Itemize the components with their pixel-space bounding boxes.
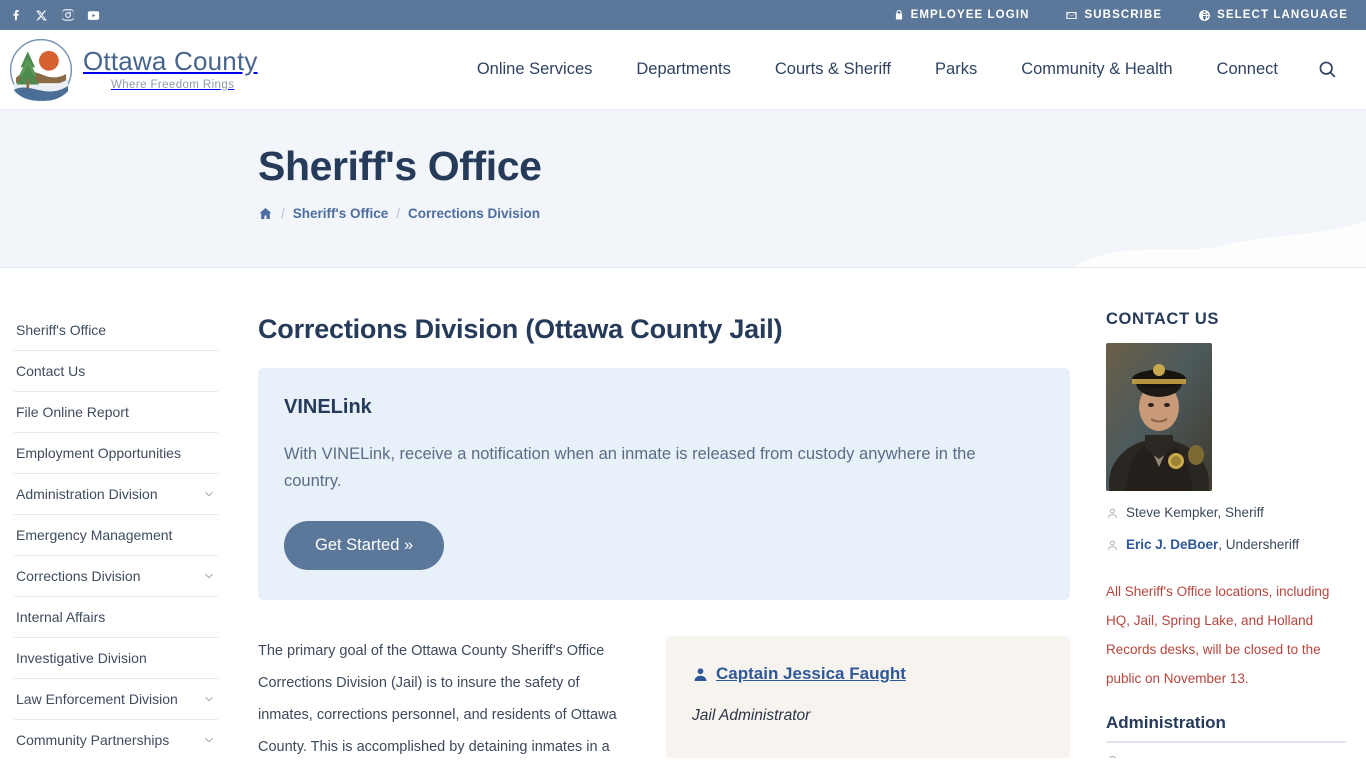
brand-tagline: Where Freedom Rings: [111, 78, 235, 91]
jail-administrator-card: Captain Jessica Faught Jail Administrato…: [666, 636, 1070, 758]
employee-login-link[interactable]: EMPLOYEE LOGIN: [875, 9, 1048, 21]
sidebar-item-file-online-report[interactable]: File Online Report: [14, 392, 218, 433]
site-logo-link[interactable]: Ottawa County Where Freedom Rings: [8, 37, 258, 103]
sidebar-item-corrections-division[interactable]: Corrections Division: [14, 556, 218, 597]
ottawa-county-seal-logo: [8, 37, 74, 103]
intro-paragraph: The primary goal of the Ottawa County Sh…: [258, 643, 617, 756]
utility-bar: EMPLOYEE LOGIN SUBSCRIBE SELECT LANGUAGE: [0, 0, 1366, 30]
page-hero: Sheriff's Office / Sheriff's Office / Co…: [0, 110, 1366, 268]
nav-item-departments[interactable]: Departments: [614, 60, 752, 79]
chevron-down-icon[interactable]: [202, 733, 216, 747]
contact-us-sidebar: CONTACT US Steve Kempker, Sheriff Eric J…: [1098, 268, 1366, 758]
sidebar-item-sheriffs-office[interactable]: Sheriff's Office: [14, 310, 218, 351]
breadcrumb-item-corrections-division[interactable]: Corrections Division: [408, 206, 540, 221]
page-body: Sheriff's Office Contact Us File Online …: [0, 268, 1366, 758]
sheriff-portrait: [1106, 343, 1212, 491]
vinelink-title: VINELink: [284, 396, 372, 418]
chevron-down-icon[interactable]: [202, 692, 216, 706]
sidebar-item-label: File Online Report: [16, 404, 129, 420]
home-icon[interactable]: [258, 206, 273, 221]
breadcrumb-separator-2: /: [396, 206, 401, 221]
administration-heading: Administration: [1106, 713, 1346, 744]
select-language-link[interactable]: SELECT LANGUAGE: [1180, 9, 1366, 22]
sidebar-item-investigative-division[interactable]: Investigative Division: [14, 638, 218, 679]
sidebar-item-label: Law Enforcement Division: [16, 691, 178, 707]
sidebar-item-label: Emergency Management: [16, 527, 173, 543]
youtube-icon[interactable]: [86, 8, 101, 23]
sidebar-item-emergency-management[interactable]: Emergency Management: [14, 515, 218, 556]
contact-person-sheriff: Steve Kempker, Sheriff: [1106, 505, 1346, 523]
breadcrumb-separator-1: /: [281, 206, 285, 221]
contact-undersheriff-label: Eric J. DeBoer, Undersheriff: [1126, 537, 1300, 552]
person-icon: [1106, 537, 1119, 555]
vinelink-card: VINELink With VINELink, receive a notifi…: [258, 368, 1070, 601]
breadcrumb: / Sheriff's Office / Corrections Divisio…: [258, 206, 1366, 221]
social-links: [4, 8, 101, 23]
select-language-label: SELECT LANGUAGE: [1217, 9, 1348, 21]
administration-address: 12220 Fillmore Street: [1126, 756, 1255, 758]
sidebar-item-law-enforcement-division[interactable]: Law Enforcement Division: [14, 679, 218, 720]
sidebar-item-employment-opportunities[interactable]: Employment Opportunities: [14, 433, 218, 474]
sidebar-item-administration-division[interactable]: Administration Division: [14, 474, 218, 515]
main-navigation: Online Services Departments Courts & She…: [455, 57, 1344, 83]
closure-alert: All Sheriff's Office locations, includin…: [1106, 584, 1330, 687]
sidebar-item-label: Sheriff's Office: [16, 322, 107, 338]
sidebar-item-label: Internal Affairs: [16, 609, 106, 625]
x-twitter-icon[interactable]: [34, 8, 49, 23]
nav-item-courts-sheriff[interactable]: Courts & Sheriff: [753, 60, 913, 79]
sidebar-item-community-partnerships[interactable]: Community Partnerships: [14, 720, 218, 758]
jail-administrator-role: Jail Administrator: [692, 706, 811, 724]
section-navigation: Sheriff's Office Contact Us File Online …: [0, 268, 238, 758]
globe-icon: [1198, 9, 1211, 22]
sidebar-item-label: Corrections Division: [16, 568, 141, 584]
instagram-icon[interactable]: [60, 8, 75, 23]
search-icon[interactable]: [1314, 57, 1340, 83]
contact-person-undersheriff: Eric J. DeBoer, Undersheriff: [1106, 537, 1346, 555]
breadcrumb-item-sheriffs-office[interactable]: Sheriff's Office: [293, 206, 388, 221]
nav-item-online-services[interactable]: Online Services: [455, 60, 615, 79]
get-started-button[interactable]: Get Started »: [284, 521, 445, 571]
envelope-icon: [1065, 9, 1078, 22]
vinelink-description: With VINELink, receive a notification wh…: [284, 445, 976, 491]
page-title: Sheriff's Office: [258, 143, 542, 189]
content-heading: Corrections Division (Ottawa County Jail…: [258, 314, 783, 344]
sidebar-item-label: Employment Opportunities: [16, 445, 181, 461]
facebook-icon[interactable]: [8, 8, 23, 23]
chevron-down-icon[interactable]: [202, 487, 216, 501]
sidebar-item-internal-affairs[interactable]: Internal Affairs: [14, 597, 218, 638]
employee-login-label: EMPLOYEE LOGIN: [910, 9, 1030, 21]
utility-links: EMPLOYEE LOGIN SUBSCRIBE SELECT LANGUAGE: [875, 0, 1366, 30]
nav-item-community-health[interactable]: Community & Health: [999, 60, 1194, 79]
contact-us-heading: CONTACT US: [1106, 310, 1219, 328]
chevron-down-icon[interactable]: [202, 569, 216, 583]
person-icon: [1106, 505, 1119, 523]
subscribe-label: SUBSCRIBE: [1084, 9, 1163, 21]
subscribe-link[interactable]: SUBSCRIBE: [1047, 9, 1180, 22]
undersheriff-link[interactable]: Eric J. DeBoer: [1126, 537, 1218, 552]
brand-title: Ottawa County: [83, 45, 258, 76]
sidebar-item-label: Administration Division: [16, 486, 158, 502]
administration-address-row: 12220 Fillmore Street: [1106, 755, 1346, 758]
sidebar-item-contact-us[interactable]: Contact Us: [14, 351, 218, 392]
sidebar-item-label: Investigative Division: [16, 650, 147, 666]
site-header: Ottawa County Where Freedom Rings Online…: [0, 30, 1366, 110]
sidebar-item-label: Community Partnerships: [16, 732, 170, 748]
sidebar-item-label: Contact Us: [16, 363, 86, 379]
nav-item-parks[interactable]: Parks: [913, 60, 999, 79]
lock-icon: [893, 9, 905, 21]
main-content: Corrections Division (Ottawa County Jail…: [238, 268, 1098, 758]
map-pin-icon: [1106, 755, 1119, 758]
nav-item-connect[interactable]: Connect: [1195, 60, 1300, 79]
contact-sheriff-label: Steve Kempker, Sheriff: [1126, 505, 1264, 520]
captain-jessica-faught-link[interactable]: Captain Jessica Faught: [692, 664, 906, 684]
captain-name-label: Captain Jessica Faught: [716, 664, 906, 684]
person-icon: [692, 666, 709, 683]
